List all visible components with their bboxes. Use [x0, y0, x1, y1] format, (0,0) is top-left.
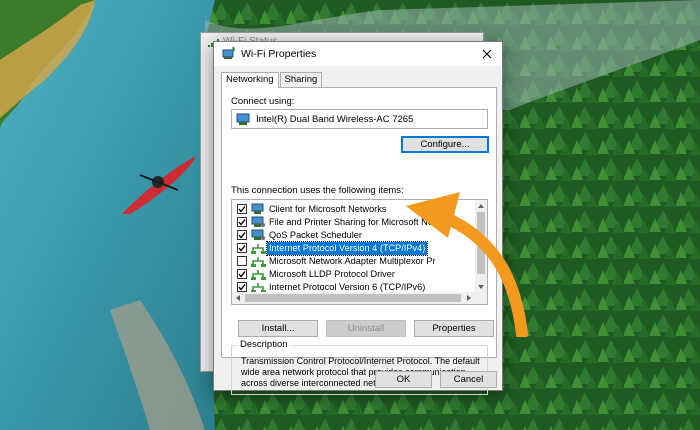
network-protocol-icon — [251, 270, 266, 280]
tab-sharing[interactable]: Sharing — [279, 72, 323, 87]
title-bar[interactable]: Wi-Fi Properties — [214, 42, 502, 66]
item-label: Client for Microsoft Networks — [269, 204, 387, 214]
network-client-icon — [251, 203, 264, 214]
description-label: Description — [238, 339, 290, 350]
item-checkbox[interactable] — [237, 243, 247, 253]
item-checkbox[interactable] — [237, 230, 247, 240]
item-label: Microsoft LLDP Protocol Driver — [269, 269, 395, 279]
dialog-title: Wi-Fi Properties — [241, 48, 317, 60]
adapter-name: Intel(R) Dual Band Wireless-AC 7265 — [256, 114, 414, 125]
item-label: QoS Packet Scheduler — [269, 230, 362, 240]
tab-strip: Networking Sharing — [221, 72, 323, 88]
checkmark-icon — [238, 232, 246, 239]
item-checkbox[interactable] — [237, 204, 247, 214]
network-service-icon — [251, 216, 265, 227]
close-icon — [482, 49, 492, 59]
item-checkbox[interactable] — [237, 217, 247, 227]
callout-arrow-icon — [406, 192, 528, 337]
cancel-button[interactable]: Cancel — [440, 371, 497, 388]
chevron-left-icon — [236, 295, 240, 301]
checkmark-icon — [238, 219, 246, 226]
configure-button[interactable]: Configure... — [401, 136, 489, 153]
network-protocol-icon — [251, 244, 266, 254]
close-button[interactable] — [472, 42, 502, 66]
uninstall-button[interactable]: Uninstall — [326, 320, 406, 337]
item-checkbox[interactable] — [237, 282, 247, 292]
network-adapter-icon — [222, 47, 235, 59]
scroll-left-arrow[interactable] — [232, 292, 244, 304]
checkmark-icon — [238, 245, 246, 252]
checkmark-icon — [238, 206, 246, 213]
install-button[interactable]: Install... — [238, 320, 318, 337]
items-label: This connection uses the following items… — [231, 185, 404, 196]
checkmark-icon — [238, 271, 246, 278]
item-checkbox[interactable] — [237, 256, 247, 266]
network-protocol-icon — [251, 257, 266, 267]
network-service-icon — [251, 229, 265, 240]
item-checkbox[interactable] — [237, 269, 247, 279]
checkmark-icon — [238, 284, 246, 291]
tab-networking[interactable]: Networking — [221, 72, 279, 88]
adapter-field: Intel(R) Dual Band Wireless-AC 7265 — [231, 109, 488, 129]
ok-button[interactable]: OK — [375, 371, 432, 388]
connect-using-label: Connect using: — [231, 96, 295, 107]
network-adapter-icon — [236, 113, 250, 125]
